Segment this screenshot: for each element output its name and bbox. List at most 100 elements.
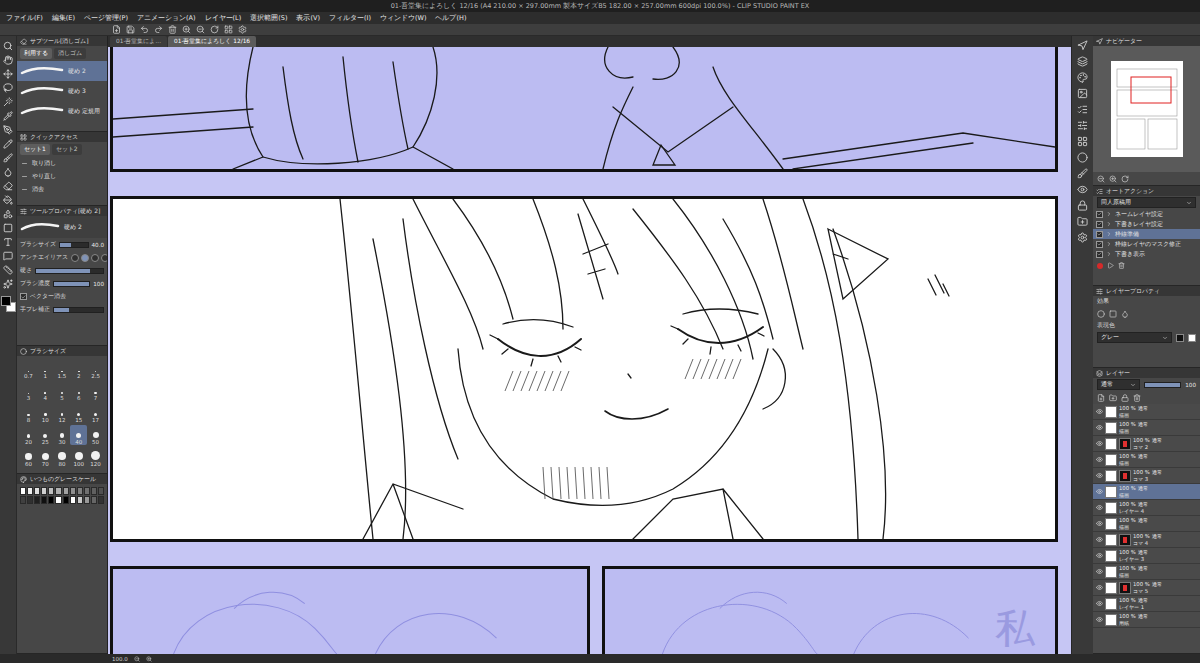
color-swatch[interactable]: [55, 496, 61, 504]
material-icon[interactable]: [1077, 88, 1088, 99]
layer-color-icon[interactable]: [1121, 310, 1129, 318]
color-swatch[interactable]: [70, 496, 76, 504]
tool-button[interactable]: [1, 180, 15, 192]
layer-row[interactable]: 100 % 通常レイヤー 3: [1093, 548, 1200, 564]
visibility-toggle[interactable]: [1095, 520, 1103, 527]
quick-access-item[interactable]: 消去: [17, 183, 107, 196]
action-set-select[interactable]: 同人原稿用: [1097, 197, 1196, 208]
layer-row[interactable]: 100 % 通常用紙: [1093, 612, 1200, 628]
expand-icon[interactable]: [1106, 221, 1112, 227]
blend-mode-select[interactable]: 通常: [1097, 379, 1140, 390]
visibility-toggle[interactable]: [1095, 568, 1103, 575]
tool-button[interactable]: [1, 222, 15, 234]
layer-row[interactable]: 100 % 通常描画: [1093, 564, 1200, 580]
visibility-toggle[interactable]: [1095, 440, 1103, 447]
checkbox[interactable]: [1096, 251, 1103, 258]
brush-size-cell[interactable]: 1.5: [54, 359, 71, 379]
delete-layer-icon[interactable]: [1133, 394, 1141, 402]
color-swatch[interactable]: [41, 496, 47, 504]
brush-size-cell[interactable]: 50: [87, 425, 104, 445]
property-row[interactable]: 手ブレ補正: [17, 303, 107, 316]
color-swatch[interactable]: [77, 496, 83, 504]
menu-item[interactable]: 表示(V): [296, 14, 320, 23]
save-icon[interactable]: [126, 25, 135, 34]
subtool-item[interactable]: 硬め 3: [17, 81, 107, 101]
rotate-icon[interactable]: [210, 25, 219, 34]
tool-button[interactable]: [1, 124, 15, 136]
tool-button[interactable]: [1, 236, 15, 248]
navigator-view[interactable]: [1093, 46, 1200, 172]
lock-icon[interactable]: [1077, 200, 1088, 211]
visibility-toggle[interactable]: [1095, 504, 1103, 511]
color-swatch[interactable]: [91, 496, 97, 504]
subtool-tab[interactable]: 消しゴム: [54, 48, 86, 59]
tone-effect-icon[interactable]: [1109, 310, 1117, 318]
subtool-item[interactable]: 硬め 定規用: [17, 101, 107, 121]
action-row[interactable]: 枠線レイヤのマスク修正: [1093, 239, 1200, 249]
color-swatch[interactable]: [48, 487, 54, 495]
zoom-level[interactable]: 100.0: [112, 656, 128, 662]
layer-row[interactable]: 100 % 通常コマ 4: [1093, 532, 1200, 548]
action-row[interactable]: 下書き表示: [1093, 249, 1200, 259]
clear-icon[interactable]: [168, 25, 177, 34]
brush-size-cell[interactable]: 8: [20, 403, 37, 423]
black-swatch[interactable]: [1176, 334, 1184, 342]
quick-access-item[interactable]: やり直し: [17, 170, 107, 183]
action-row[interactable]: 枠線準備: [1093, 229, 1200, 239]
visibility-toggle[interactable]: [1095, 616, 1103, 623]
color-swatch[interactable]: [55, 487, 61, 495]
checkbox[interactable]: [1096, 231, 1103, 238]
checkbox[interactable]: [1096, 221, 1103, 228]
brush-size-cell[interactable]: 5: [54, 381, 71, 401]
new-layer-icon[interactable]: [1097, 394, 1105, 402]
quick-access-tab[interactable]: セット2: [52, 144, 82, 155]
zoom-in-icon[interactable]: [146, 656, 152, 662]
tool-button[interactable]: [1, 250, 15, 262]
zoom-in-icon[interactable]: [1109, 175, 1117, 183]
brush-size-cell[interactable]: 30: [54, 425, 71, 445]
grid-icon[interactable]: [224, 25, 233, 34]
property-row[interactable]: 硬さ: [17, 264, 107, 277]
play-icon[interactable]: [1107, 262, 1114, 269]
canvas[interactable]: 私: [108, 47, 1071, 654]
menu-item[interactable]: ウィンドウ(W): [380, 14, 427, 23]
subtool-tab[interactable]: 利用する: [20, 48, 52, 59]
new-file-icon[interactable]: [112, 25, 121, 34]
slider-track[interactable]: [53, 307, 104, 313]
tool-button[interactable]: [1, 138, 15, 150]
checkbox[interactable]: [20, 293, 27, 300]
visibility-toggle[interactable]: [1095, 536, 1103, 543]
main-color[interactable]: [1, 296, 11, 306]
checkbox[interactable]: [1096, 241, 1103, 248]
brush-size-cell[interactable]: 120: [87, 447, 104, 467]
antialias-option[interactable]: [71, 254, 79, 262]
color-swatch[interactable]: [41, 487, 47, 495]
tool-button[interactable]: [1, 208, 15, 220]
tool-button[interactable]: [1, 110, 15, 122]
slider-track[interactable]: [59, 242, 89, 248]
color-mode-select[interactable]: グレー: [1097, 332, 1172, 343]
view-icon[interactable]: [1077, 184, 1088, 195]
brush-size-cell[interactable]: 3: [20, 381, 37, 401]
layer-row[interactable]: 100 % 通常コマ 2: [1093, 436, 1200, 452]
tool-button[interactable]: [1, 264, 15, 276]
slider-track[interactable]: [53, 281, 90, 287]
visibility-toggle[interactable]: [1095, 600, 1103, 607]
brush-size-cell[interactable]: 15: [70, 403, 87, 423]
color-swatch[interactable]: [48, 496, 54, 504]
brush-size-cell[interactable]: 1: [37, 359, 54, 379]
lock-icon[interactable]: [1121, 394, 1129, 402]
redo-icon[interactable]: [154, 25, 163, 34]
property-row[interactable]: ブラシ濃度100: [17, 277, 107, 290]
visibility-toggle[interactable]: [1095, 472, 1103, 479]
brush-size-cell[interactable]: 80: [54, 447, 71, 467]
opacity-slider[interactable]: [1144, 382, 1181, 388]
tool-button[interactable]: [1, 40, 15, 52]
layer-row[interactable]: 100 % 通常コマ 5: [1093, 580, 1200, 596]
color-swatch[interactable]: [34, 487, 40, 495]
visibility-toggle[interactable]: [1095, 456, 1103, 463]
tool-button[interactable]: [1, 166, 15, 178]
expand-icon[interactable]: [1106, 241, 1112, 247]
property-row[interactable]: ブラシサイズ40.0: [17, 238, 107, 251]
settings-icon[interactable]: [238, 25, 247, 34]
